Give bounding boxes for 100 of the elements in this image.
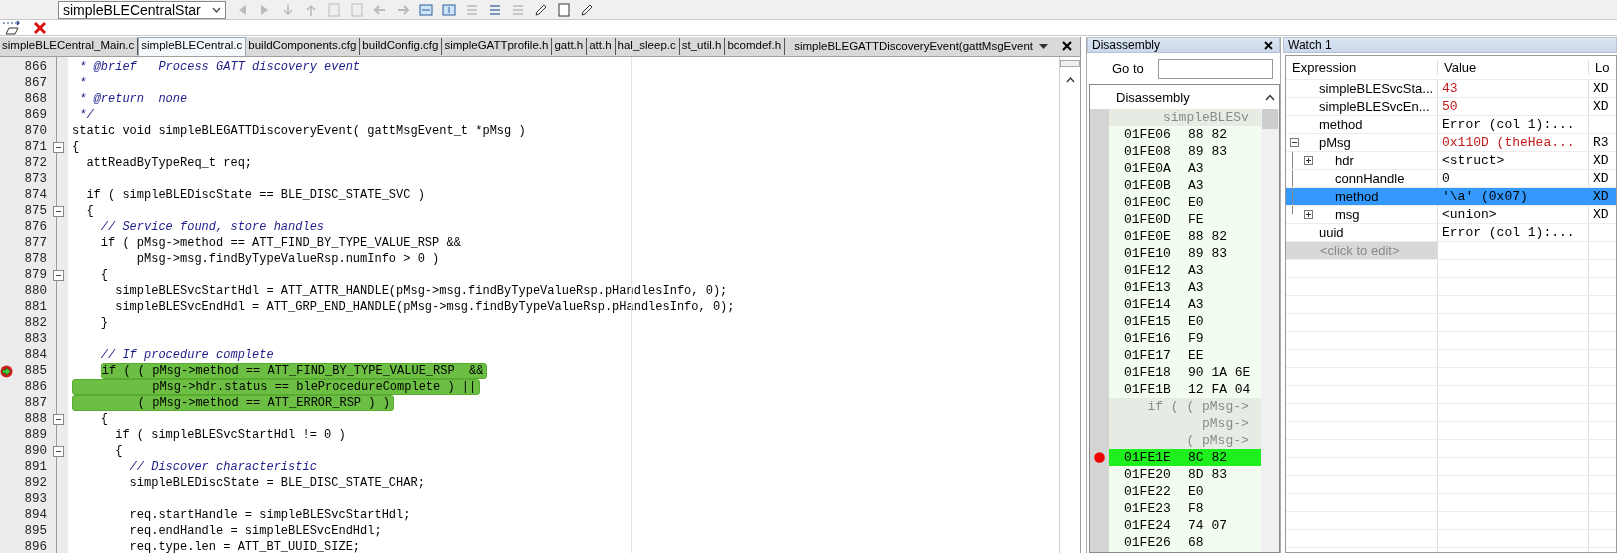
code-comment: // Discover characteristic xyxy=(128,459,317,475)
instruction-bytes: 88 82 xyxy=(1188,126,1227,143)
code-comment: * @return none xyxy=(78,91,188,107)
line-number: 896 xyxy=(23,539,48,553)
instruction-address: 01FE14 xyxy=(1124,296,1172,313)
watch-value: <union> xyxy=(1442,207,1497,222)
instruction-address: 01FE16 xyxy=(1124,330,1172,347)
step-icon[interactable] xyxy=(2,19,20,36)
goto-label: Go to xyxy=(1112,61,1144,76)
code-line: attReadByTypeReq_t req; xyxy=(85,155,253,171)
instruction-address: 01FE22 xyxy=(1124,483,1172,500)
function-selector[interactable]: simpleBLEGATTDiscoveryEvent(gattMsgEvent xyxy=(794,39,1033,54)
collapse-icon[interactable] xyxy=(52,269,64,281)
line-number: 886 xyxy=(23,379,48,395)
code-comment: * xyxy=(78,75,87,91)
table-cell: XD xyxy=(1593,171,1609,186)
panel-title: Disassembly xyxy=(1092,38,1160,52)
goto-field[interactable] xyxy=(1157,58,1273,79)
file-tab[interactable]: att.h xyxy=(587,38,616,55)
scroll-up-icon[interactable] xyxy=(1265,93,1275,101)
line-number: 882 xyxy=(23,315,48,331)
instruction-bytes: E0 xyxy=(1188,483,1204,500)
instruction-address: 01FE1E xyxy=(1124,449,1172,466)
document-icon[interactable] xyxy=(556,1,572,18)
watch-expression: uuid xyxy=(1319,225,1344,240)
scroll-up-icon[interactable] xyxy=(1065,77,1075,83)
file-tab[interactable]: bcomdef.h xyxy=(725,38,786,55)
window-icon[interactable] xyxy=(441,1,457,18)
table-cell: XD xyxy=(1593,207,1609,222)
scrollbar[interactable] xyxy=(1059,57,1080,553)
file-tab[interactable]: buildComponents.cfg xyxy=(246,38,361,55)
line-number: 876 xyxy=(23,219,48,235)
line-number: 881 xyxy=(23,299,48,315)
collapse-icon[interactable] xyxy=(52,205,64,217)
collapse-icon[interactable] xyxy=(1289,138,1299,147)
instruction-bytes: E0 xyxy=(1188,194,1204,211)
watch-value: Error (col 1):... xyxy=(1442,117,1575,132)
code-comment: // If procedure complete xyxy=(99,347,274,363)
line-number: 893 xyxy=(23,491,48,507)
instruction-bytes: A3 xyxy=(1188,296,1204,313)
expand-icon[interactable] xyxy=(1303,156,1313,165)
instruction-bytes: F8 xyxy=(1188,500,1204,517)
instruction-address: 01FE1B xyxy=(1124,381,1172,398)
line-number: 866 xyxy=(23,59,48,75)
file-tab[interactable]: gatt.h xyxy=(552,38,588,55)
close-icon[interactable] xyxy=(1062,41,1072,51)
line-number: 875 xyxy=(23,203,48,219)
instruction-bytes: A3 xyxy=(1188,262,1204,279)
code-line: { xyxy=(99,267,108,283)
close-icon[interactable] xyxy=(1264,40,1273,50)
scroll-thumb[interactable] xyxy=(1262,109,1278,129)
watch-value: <struct> xyxy=(1442,153,1505,168)
code-line: static void simpleBLEGATTDiscoveryEvent( gattMsgEvent_t *pMsg ) xyxy=(72,123,526,139)
scrollbar[interactable] xyxy=(1261,109,1279,552)
line-number: 895 xyxy=(23,523,48,539)
code-line: req.startHandle = simpleBLESvcStartHdl; xyxy=(128,507,411,523)
caret-icon[interactable] xyxy=(1039,44,1048,50)
code-line: if ( simpleBLESvcStartHdl != 0 ) xyxy=(114,427,346,443)
instruction-address: 01FE08 xyxy=(1124,143,1172,160)
table-cell: XD xyxy=(1593,81,1609,96)
line-number: 879 xyxy=(23,267,48,283)
line-number: 883 xyxy=(23,331,48,347)
watch-expression: method xyxy=(1335,189,1379,204)
file-tab[interactable]: hal_sleep.c xyxy=(615,38,680,55)
collapse-icon[interactable] xyxy=(52,141,64,153)
watch-expression: msg xyxy=(1335,207,1360,222)
expand-icon[interactable] xyxy=(1303,210,1313,219)
instruction-address: 01FE0D xyxy=(1124,211,1172,228)
instruction-bytes: 74 07 xyxy=(1188,517,1227,534)
code-comment: // Service found, store handles xyxy=(99,219,325,235)
breakpoint-icon[interactable] xyxy=(1094,452,1105,463)
line-number: 877 xyxy=(23,235,48,251)
split-handle[interactable] xyxy=(1060,60,1080,67)
code-line: simpleBLEDiscState = BLE_DISC_STATE_CHAR; xyxy=(128,475,425,491)
file-tab[interactable]: st_util.h xyxy=(679,38,726,55)
code-line: { xyxy=(72,139,80,155)
window-icon[interactable] xyxy=(418,1,434,18)
line-number: 887 xyxy=(23,395,48,411)
configuration-dropdown[interactable]: simpleBLECentralStar xyxy=(58,0,226,19)
table-cell: XD xyxy=(1593,153,1609,168)
cross-icon[interactable] xyxy=(32,19,48,36)
instruction-bytes: F9 xyxy=(1188,330,1204,347)
collapse-icon[interactable] xyxy=(52,413,64,425)
table-cell: R3 xyxy=(1593,135,1609,150)
arrow-icon[interactable] xyxy=(280,1,296,18)
watch-expression: simpleBLESvcSta... xyxy=(1319,81,1434,96)
instruction-address: 01FE0A xyxy=(1124,160,1172,177)
instruction-address: 01FE23 xyxy=(1124,500,1172,517)
code-line: req.type.len = ATT_BT_UUID_SIZE; xyxy=(128,539,361,553)
instruction-bytes: 12 FA 04 xyxy=(1188,381,1251,398)
file-tab[interactable]: simpleGATTprofile.h xyxy=(442,38,553,55)
file-tab[interactable]: buildConfig.cfg xyxy=(360,38,443,55)
instruction-address: 01FE0C xyxy=(1124,194,1172,211)
instruction-bytes: 88 82 xyxy=(1188,228,1227,245)
collapse-icon[interactable] xyxy=(52,445,64,457)
line-number: 890 xyxy=(23,443,48,459)
instruction-bytes: A3 xyxy=(1188,279,1204,296)
line-number: 872 xyxy=(23,155,48,171)
watch-value: 0 xyxy=(1442,171,1450,186)
file-tab[interactable]: simpleBLECentral.c xyxy=(138,37,247,56)
